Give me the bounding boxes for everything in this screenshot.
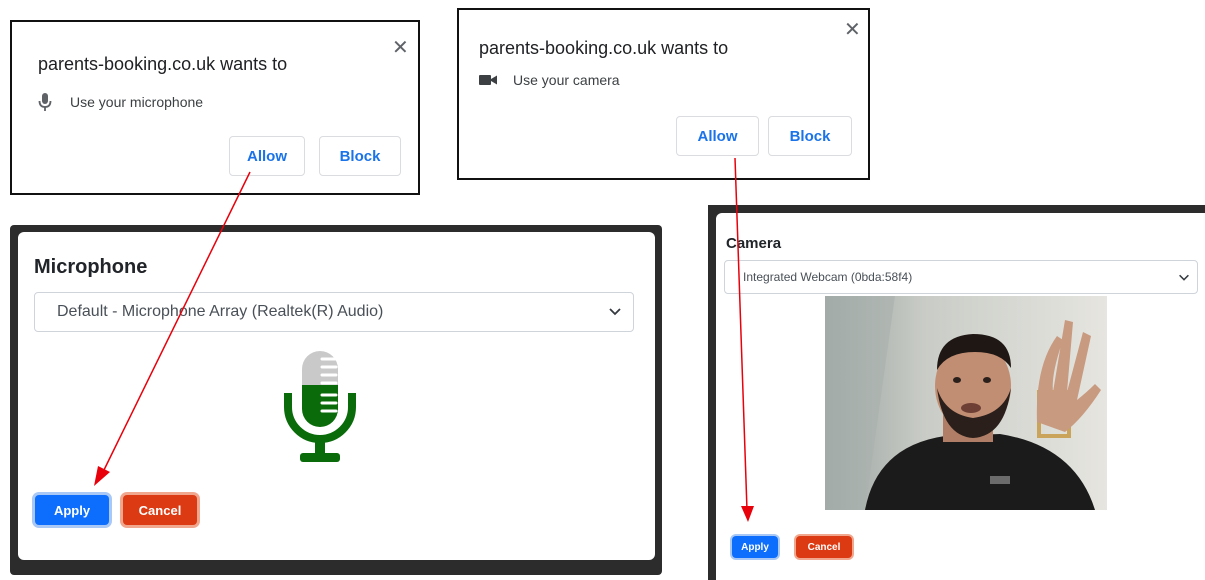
webcam-preview-image [825,296,1107,510]
dialog-heading: Camera [726,235,782,252]
selected-device-label: Default - Microphone Array (Realtek(R) A… [57,303,384,320]
allow-button[interactable]: Allow [676,116,759,156]
permission-request-row: Use your microphone [34,92,203,112]
cancel-button[interactable]: Cancel [123,495,197,525]
cancel-button[interactable]: Cancel [796,536,852,558]
camera-device-select[interactable]: Integrated Webcam (0bda:58f4) [724,260,1198,294]
microphone-icon [34,92,56,112]
dialog-heading: Microphone [34,256,148,278]
permission-request-label: Use your camera [513,72,620,88]
popup-site-title: parents-booking.co.uk wants to [38,54,288,74]
camera-dialog-backdrop: Camera Integrated Webcam (0bda:58f4) App… [708,205,1205,580]
popup-site-title: parents-booking.co.uk wants to [479,38,729,58]
chevron-down-icon [1177,270,1191,287]
apply-button[interactable]: Apply [732,536,778,558]
apply-button[interactable]: Apply [35,495,109,525]
microphone-dialog-backdrop: Microphone Default - Microphone Array (R… [10,225,662,575]
block-button[interactable]: Block [768,116,852,156]
microphone-permission-popup: parents-booking.co.uk wants to ✕ Use you… [10,20,420,195]
selected-device-label: Integrated Webcam (0bda:58f4) [743,270,913,284]
block-button[interactable]: Block [319,136,401,176]
microphone-settings-dialog: Microphone Default - Microphone Array (R… [18,232,655,560]
permission-request-label: Use your microphone [70,94,204,110]
close-icon[interactable]: ✕ [392,38,409,58]
close-icon[interactable]: ✕ [844,20,861,40]
permission-request-row: Use your camera [477,72,620,88]
allow-button[interactable]: Allow [229,136,305,176]
camera-permission-popup: parents-booking.co.uk wants to ✕ Use you… [457,8,870,180]
camera-settings-dialog: Camera Integrated Webcam (0bda:58f4) App… [716,213,1205,580]
microphone-device-select[interactable]: Default - Microphone Array (Realtek(R) A… [34,292,634,332]
camera-icon [477,73,499,87]
microphone-level-icon [280,347,360,472]
chevron-down-icon [607,303,623,324]
